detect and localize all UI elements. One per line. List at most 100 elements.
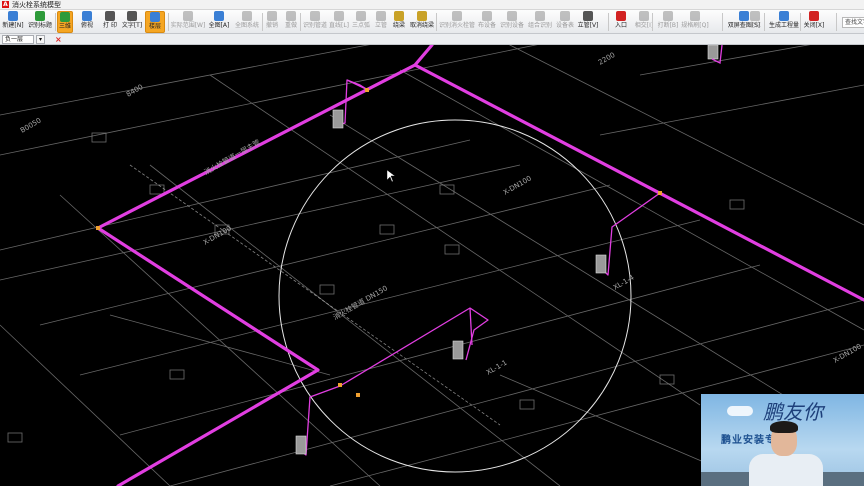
toolbar-button-label: 取消绕梁 xyxy=(410,22,435,29)
cancel-bypass-icon xyxy=(417,11,427,21)
text-button[interactable]: 文字[T] xyxy=(122,11,142,33)
recognize-title-button[interactable]: 识别标题 xyxy=(26,11,54,33)
riser-button[interactable]: 立管 xyxy=(374,11,388,33)
toolbar-button-label: 三点弧 xyxy=(352,22,371,29)
actual-range-button[interactable]: 实际范围[W] xyxy=(170,11,206,33)
grid-line xyxy=(599,84,864,136)
drawing-label: XL-1-1 xyxy=(485,359,509,377)
toolbar-button-label: 识别标题 xyxy=(27,22,52,29)
toolbar-button-label: 实际范围[W] xyxy=(170,22,206,29)
break-icon xyxy=(663,11,673,21)
presenter-hair xyxy=(770,421,798,433)
floor-button[interactable]: 楼层 xyxy=(145,11,165,33)
toolbar-button-label: 直线[L] xyxy=(328,22,350,29)
arc-button[interactable]: 三点弧 xyxy=(352,11,370,33)
combine-recognize-button[interactable]: 组合识别 xyxy=(528,11,552,33)
column-rect xyxy=(149,184,165,195)
undo-button[interactable]: 撤销 xyxy=(265,11,279,33)
toolbar-button-label: 相交[I] xyxy=(634,22,654,29)
cancel-bypass-button[interactable]: 取消绕梁 xyxy=(410,11,434,33)
spec-brush-button[interactable]: 规格刷[Q] xyxy=(681,11,709,33)
recognize-hydrant-button[interactable]: 识别消火栓管 xyxy=(439,11,475,33)
drawing-label: 消火栓管道一层主管 xyxy=(203,137,262,176)
toolbar-button-label: 立管 xyxy=(374,22,387,29)
floor-bar: 负一层 ▾ × xyxy=(0,34,864,45)
title-bar: A 消火栓系统模型 xyxy=(0,0,864,10)
column-rect xyxy=(7,432,23,443)
full-view-icon xyxy=(214,11,224,21)
toolbar-button-label: 绕梁 xyxy=(392,22,405,29)
redo-icon xyxy=(286,11,296,21)
recognize-device-button[interactable]: 识别设备 xyxy=(500,11,524,33)
column-rect xyxy=(519,399,535,410)
presenter-body xyxy=(749,454,823,486)
toolbar-button-label: 重做 xyxy=(284,22,297,29)
recognize-title-icon xyxy=(35,11,45,21)
recognize-pipe-button[interactable]: 识别管道 xyxy=(303,11,327,33)
top-view-icon xyxy=(82,11,92,21)
line-button[interactable]: 直线[L] xyxy=(328,11,350,33)
floor-icon xyxy=(150,12,160,22)
toolbar-button-label: 全图系统 xyxy=(234,22,259,29)
valve xyxy=(356,393,360,397)
toolbar-separator xyxy=(300,13,301,31)
toolbar-separator xyxy=(55,13,56,31)
close-tab-icon[interactable]: × xyxy=(55,35,62,44)
search-text-input[interactable]: 查找文字 xyxy=(842,17,864,28)
hydrant-box xyxy=(595,254,607,274)
print-button[interactable]: 打 印 xyxy=(101,11,119,33)
intersect-button[interactable]: 相交[I] xyxy=(634,11,654,33)
banner-text: 鹏业安装专 xyxy=(721,435,776,446)
toolbar-button-label: 入口 xyxy=(614,22,627,29)
grid-line xyxy=(0,324,171,486)
generate-quantity-button[interactable]: 生成工程量 xyxy=(768,11,800,33)
window-title: 消火栓系统模型 xyxy=(12,0,61,9)
bypass-beam-button[interactable]: 绕梁 xyxy=(392,11,406,33)
entrance-button[interactable]: 入口 xyxy=(612,11,630,33)
toolbar-separator xyxy=(436,13,437,31)
riser-v-button[interactable]: 立管[V] xyxy=(578,11,598,33)
drawing-label: B0050 xyxy=(19,116,43,134)
grid-line xyxy=(0,45,370,116)
toolbar-separator xyxy=(722,13,723,31)
toolbar-button-label: 打 印 xyxy=(103,22,117,29)
toolbar-button-label: 全图[A] xyxy=(208,22,230,29)
new-file-button[interactable]: 新建[N] xyxy=(1,11,25,33)
valve xyxy=(96,226,100,230)
banner-cursive: 鹏友你 xyxy=(763,400,823,424)
riser-icon xyxy=(376,11,386,21)
pipe-segment xyxy=(96,45,434,486)
toolbar-button-label: 打断[B] xyxy=(657,22,679,29)
toolbar-button-label: 规格刷[Q] xyxy=(681,22,709,29)
toolbar-separator xyxy=(262,13,263,31)
grid-line xyxy=(639,45,811,76)
full-system-button[interactable]: 全图系统 xyxy=(234,11,260,33)
webcam-overlay: 鹏友你 鹏业安装专 xyxy=(701,394,864,486)
locate-button[interactable]: 定位 xyxy=(748,11,762,33)
3d-view-button[interactable]: 三维 xyxy=(57,11,73,33)
toolbar-button-label: 三维 xyxy=(58,23,71,30)
grid-line xyxy=(0,164,521,281)
floor-dropdown-icon[interactable]: ▾ xyxy=(36,34,45,44)
text-icon xyxy=(127,11,137,21)
redo-button[interactable]: 重做 xyxy=(283,11,299,33)
toolbar-button-label: 俯视 xyxy=(80,22,93,29)
branch-pipe xyxy=(339,307,489,387)
close-window-button[interactable]: 关闭[X] xyxy=(803,11,825,33)
toolbar-separator xyxy=(608,13,609,31)
floor-select[interactable]: 负一层 xyxy=(2,34,34,44)
drawing-label: 2200 xyxy=(597,51,616,67)
combine-recognize-icon xyxy=(535,11,545,21)
break-button[interactable]: 打断[B] xyxy=(657,11,679,33)
full-view-button[interactable]: 全图[A] xyxy=(208,11,230,33)
print-icon xyxy=(105,11,115,21)
grid-line xyxy=(399,69,864,331)
top-view-button[interactable]: 俯视 xyxy=(78,11,96,33)
generate-quantity-icon xyxy=(779,11,789,21)
line-icon xyxy=(334,11,344,21)
device-table-button[interactable]: 设备表 xyxy=(555,11,575,33)
place-device-button[interactable]: 布设备 xyxy=(478,11,496,33)
toolbar-button-label: 立管[V] xyxy=(577,22,599,29)
toolbar-button-label: 设备表 xyxy=(555,22,574,29)
toolbar-button-label: 文字[T] xyxy=(121,22,143,29)
